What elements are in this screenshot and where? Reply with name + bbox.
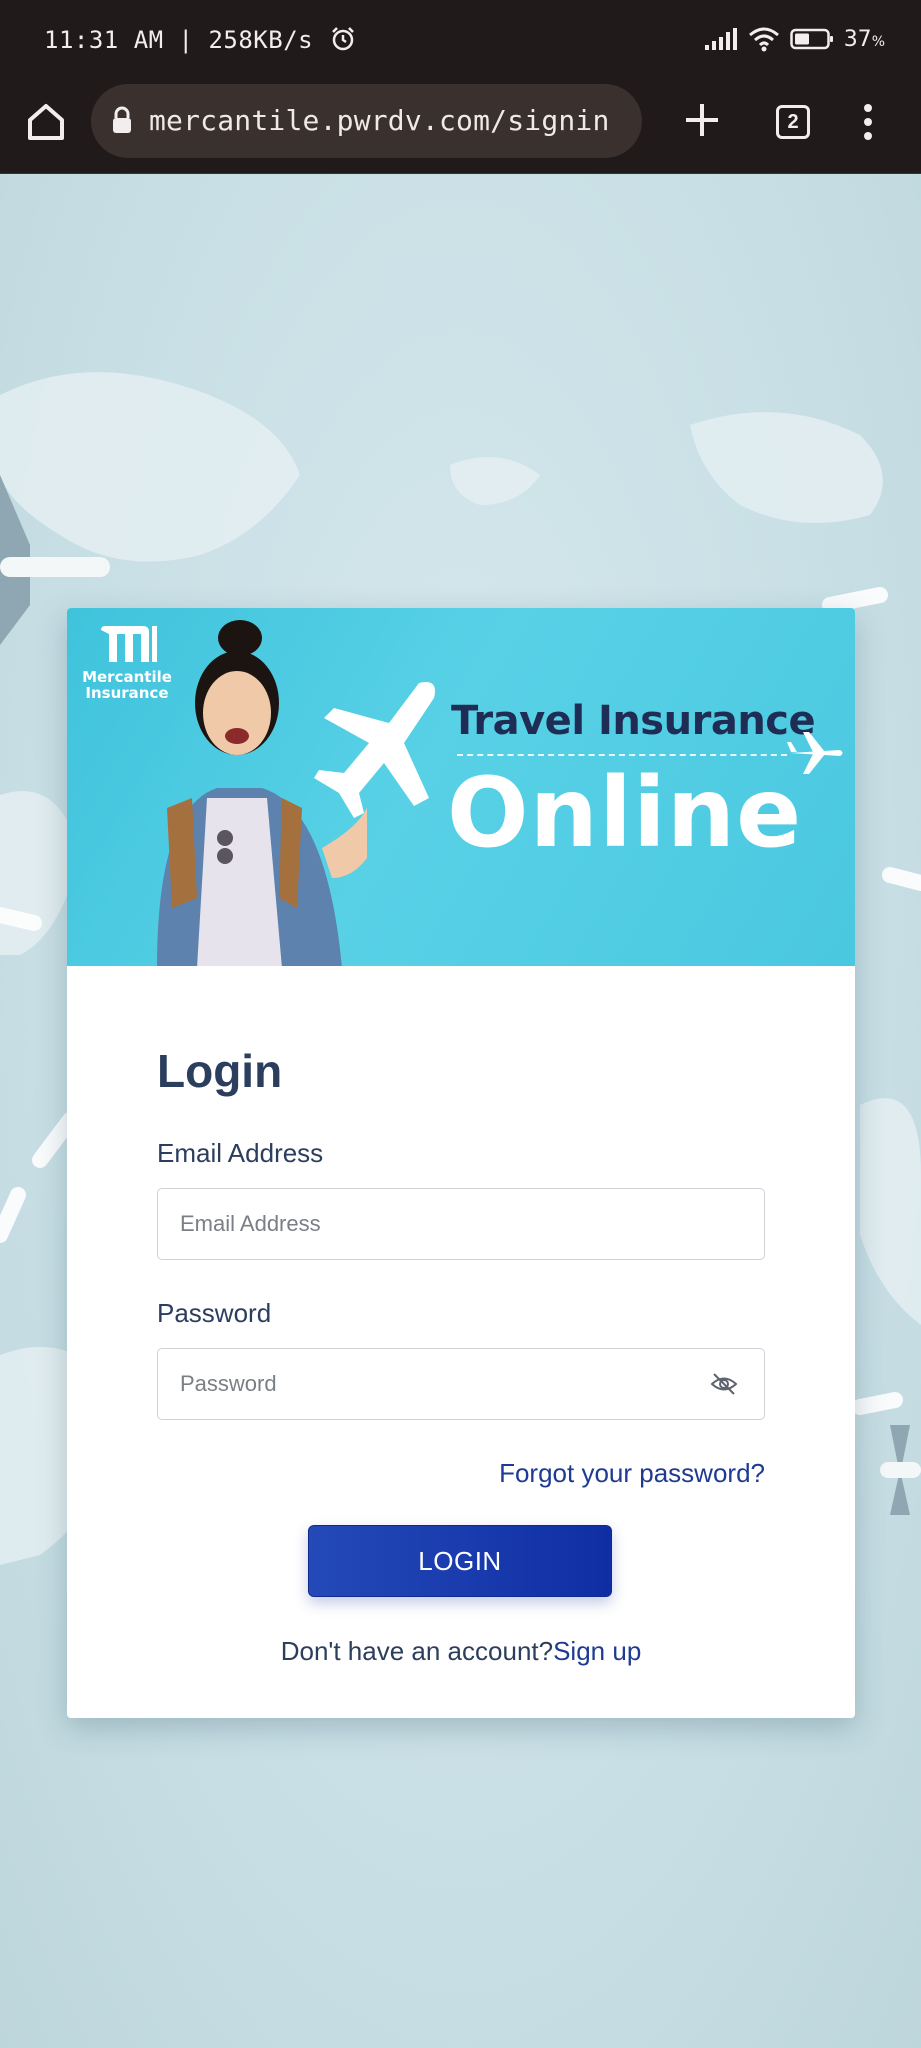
- password-label: Password: [157, 1298, 272, 1328]
- toggle-password-visibility-icon[interactable]: [710, 1370, 738, 1398]
- banner-title: Travel Insurance: [451, 698, 816, 744]
- battery-icon: [789, 28, 833, 50]
- login-heading: Login: [157, 1045, 283, 1097]
- email-label: Email Address: [157, 1138, 324, 1168]
- login-card: Mercantile Insurance Travel Insurance On…: [67, 608, 855, 1718]
- address-bar[interactable]: mercantile.pwrdv.com/signin: [91, 84, 642, 158]
- banner-subtitle: Online: [447, 757, 803, 869]
- signup-row: Don't have an account?Sign up: [67, 1636, 855, 1667]
- travel-insurance-banner: Mercantile Insurance Travel Insurance On…: [67, 608, 855, 966]
- signal-icon: [704, 28, 737, 50]
- wifi-icon: [748, 27, 779, 52]
- new-tab-icon[interactable]: [680, 98, 724, 142]
- tab-switcher-button[interactable]: 2: [776, 105, 810, 139]
- logo-mark: [101, 626, 157, 662]
- email-input[interactable]: [157, 1188, 765, 1260]
- lock-icon: [113, 106, 131, 133]
- alarm-icon: [332, 27, 354, 51]
- browser-toolbar: mercantile.pwrdv.com/signin 2: [0, 84, 921, 174]
- login-button[interactable]: LOGIN: [308, 1525, 612, 1597]
- status-bar: 11:31 AM | 258KB/s 37%: [0, 0, 921, 84]
- status-time: 11:31 AM | 258KB/s: [44, 26, 356, 54]
- home-icon[interactable]: [22, 98, 70, 146]
- battery-level: 37%: [843, 26, 885, 52]
- password-input[interactable]: [157, 1348, 765, 1420]
- flight-path-line: [457, 754, 787, 756]
- signup-prompt: Don't have an account?: [280, 1636, 554, 1666]
- url-text: mercantile.pwrdv.com/signin: [149, 104, 610, 137]
- signup-link[interactable]: Sign up: [553, 1636, 641, 1666]
- status-indicators: 37%: [704, 26, 885, 52]
- airplane-right: [880, 1425, 921, 1515]
- forgot-password-link[interactable]: Forgot your password?: [499, 1458, 765, 1489]
- more-menu-icon[interactable]: [856, 98, 880, 146]
- mercantile-logo: Mercantile Insurance: [77, 624, 177, 701]
